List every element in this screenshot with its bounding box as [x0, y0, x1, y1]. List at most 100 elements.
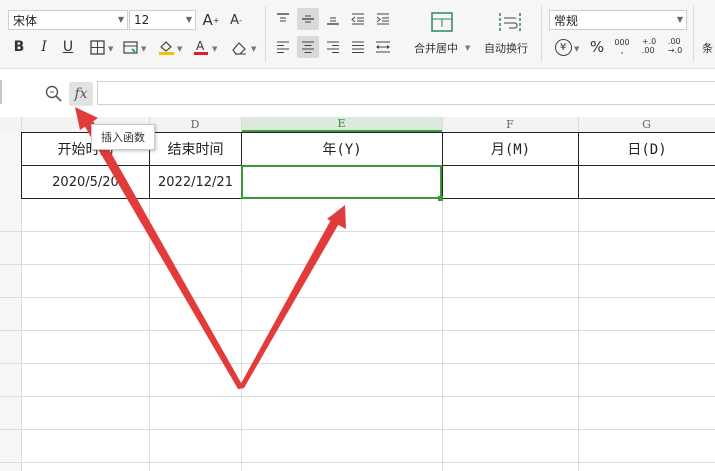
- column-header-e[interactable]: E: [241, 117, 442, 132]
- indent-icon: [376, 13, 389, 25]
- column-header-g[interactable]: G: [578, 117, 715, 132]
- ribbon-separator: [541, 6, 542, 62]
- row-header-column: [0, 132, 22, 471]
- font-name-value: 宋体: [13, 13, 38, 28]
- formula-input[interactable]: [97, 81, 715, 105]
- magnifier-icon: [45, 85, 62, 102]
- gridline: [0, 363, 715, 364]
- clear-format-button[interactable]: [228, 36, 250, 58]
- svg-text:A: A: [196, 39, 205, 53]
- cell-month-header[interactable]: 月(M): [443, 133, 578, 165]
- align-center-button[interactable]: [297, 36, 319, 58]
- underline-button[interactable]: U: [57, 36, 79, 58]
- zoom-formula-button[interactable]: [45, 85, 63, 106]
- increase-decimal-button[interactable]: +.0 .00: [638, 35, 660, 57]
- font-color-icon: A: [194, 39, 208, 55]
- wrap-text-button[interactable]: [496, 9, 524, 35]
- chevron-down-icon[interactable]: ▼: [574, 45, 579, 53]
- gridline: [0, 462, 715, 463]
- align-left-icon: [277, 41, 289, 53]
- borders-button[interactable]: [86, 36, 108, 58]
- chevron-down-icon: ▼: [117, 15, 124, 24]
- active-cell-selection[interactable]: [241, 165, 442, 199]
- wrap-text-label: 自动换行: [484, 42, 528, 55]
- decrease-decimal-icon: .00 →.0: [667, 37, 683, 55]
- distribute-icon: [376, 41, 390, 53]
- italic-button[interactable]: I: [33, 36, 55, 58]
- currency-button[interactable]: ¥: [552, 36, 574, 58]
- chevron-down-icon[interactable]: ▼: [465, 44, 470, 52]
- align-middle-icon: [302, 15, 314, 23]
- align-top-icon: [277, 13, 289, 22]
- wrap-text-icon: [499, 13, 521, 31]
- fill-color-button[interactable]: [155, 36, 177, 58]
- cell-start-date[interactable]: 2020/5/20: [22, 166, 149, 198]
- paint-bucket-icon: [158, 41, 174, 55]
- gridline: [0, 264, 715, 265]
- align-right-button[interactable]: [322, 36, 344, 58]
- column-header-f[interactable]: F: [442, 117, 578, 132]
- cell-month-value[interactable]: [443, 166, 578, 198]
- number-format-select[interactable]: 常规 ▼: [549, 10, 687, 30]
- justify-button[interactable]: [347, 36, 369, 58]
- ribbon-separator: [265, 6, 266, 62]
- currency-icon: ¥: [554, 38, 572, 56]
- font-size-value: 12: [134, 13, 150, 27]
- gridline: [0, 396, 715, 397]
- fill-handle[interactable]: [438, 196, 443, 201]
- chevron-down-icon[interactable]: ▼: [141, 45, 146, 53]
- number-format-value: 常规: [554, 13, 579, 28]
- align-middle-button[interactable]: [297, 8, 319, 30]
- align-center-icon: [302, 41, 314, 53]
- chevron-down-icon[interactable]: ▼: [177, 45, 182, 53]
- conditional-format-label[interactable]: 条: [702, 40, 713, 56]
- ribbon-separator: [693, 6, 694, 62]
- decrease-indent-button[interactable]: [347, 8, 369, 30]
- chevron-down-icon: ▼: [185, 15, 192, 24]
- name-box-edge[interactable]: [0, 80, 2, 104]
- merge-center-label: 合并居中: [414, 42, 458, 55]
- increase-decimal-icon: +.0 .00: [641, 37, 657, 55]
- percent-button[interactable]: %: [586, 36, 608, 58]
- eraser-icon: [232, 41, 246, 55]
- gridline: [0, 429, 715, 430]
- increase-font-size-button[interactable]: A +: [200, 9, 222, 31]
- merge-center-button[interactable]: [428, 9, 456, 35]
- decrease-font-size-button[interactable]: A-: [225, 9, 247, 31]
- bold-button[interactable]: B: [8, 36, 30, 58]
- annotation-arrowhead: [327, 205, 346, 229]
- fx-icon: fx: [74, 86, 88, 102]
- insert-function-button[interactable]: fx: [69, 82, 93, 106]
- cell-style-icon: [122, 40, 138, 54]
- align-top-button[interactable]: [272, 8, 294, 30]
- align-justify-icon: [352, 41, 364, 53]
- thousands-separator-button[interactable]: 000,: [611, 36, 633, 58]
- column-header-d[interactable]: D: [149, 117, 241, 132]
- cell-end-time-header[interactable]: 结束时间: [150, 133, 241, 165]
- font-size-select[interactable]: 12 ▼: [129, 10, 196, 30]
- align-bottom-button[interactable]: [322, 8, 344, 30]
- cell-style-button[interactable]: [119, 36, 141, 58]
- outdent-icon: [351, 13, 364, 25]
- align-right-icon: [327, 41, 339, 53]
- align-bottom-icon: [327, 17, 339, 25]
- decrease-decimal-button[interactable]: .00 →.0: [664, 35, 686, 57]
- font-name-select[interactable]: 宋体 ▼: [8, 10, 128, 30]
- distributed-align-button[interactable]: [372, 36, 394, 58]
- align-left-button[interactable]: [272, 36, 294, 58]
- increase-indent-button[interactable]: [372, 8, 394, 30]
- insert-function-tooltip: 插入函数: [91, 124, 155, 150]
- cell-day-value[interactable]: [579, 166, 715, 198]
- cell-day-header[interactable]: 日(D): [579, 133, 715, 165]
- chevron-down-icon[interactable]: ▼: [251, 45, 256, 53]
- cell-year-header[interactable]: 年(Y): [242, 133, 442, 165]
- gridline: [0, 231, 715, 232]
- cell-end-date[interactable]: 2022/12/21: [150, 166, 241, 198]
- comma-icon: ,: [620, 46, 624, 56]
- font-color-button[interactable]: A: [190, 36, 212, 58]
- gridline: [0, 330, 715, 331]
- ribbon-toolbar: 宋体 ▼ 12 ▼ A + A- B I U ▼ ▼ ▼ A ▼ ▼ 合并居中 …: [0, 0, 715, 69]
- chevron-down-icon[interactable]: ▼: [108, 45, 113, 53]
- chevron-down-icon[interactable]: ▼: [212, 45, 217, 53]
- percent-icon: %: [589, 38, 605, 56]
